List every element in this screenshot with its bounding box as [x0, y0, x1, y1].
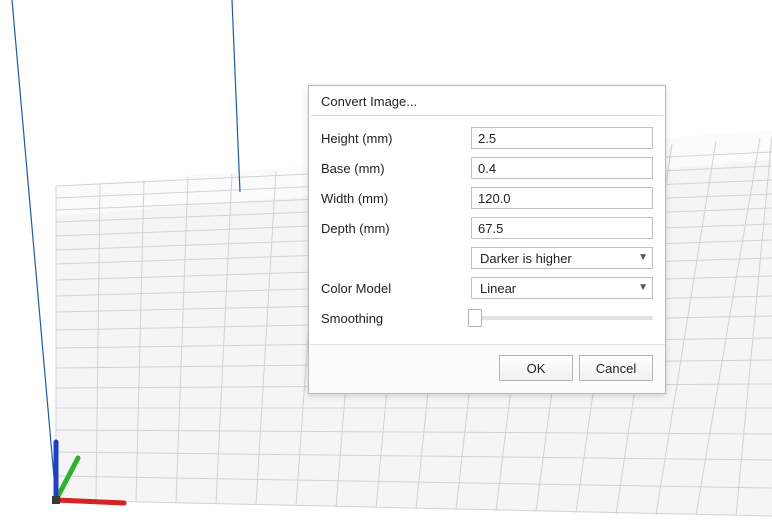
depth-input[interactable]	[471, 217, 653, 239]
ok-button[interactable]: OK	[499, 355, 573, 381]
label-width: Width (mm)	[321, 191, 471, 206]
width-input[interactable]	[471, 187, 653, 209]
label-height: Height (mm)	[321, 131, 471, 146]
label-color-model: Color Model	[321, 281, 471, 296]
axis-x-icon	[86, 494, 87, 495]
row-base: Base (mm)	[321, 156, 653, 180]
smoothing-slider[interactable]	[471, 307, 653, 329]
origin-icon	[54, 498, 55, 499]
base-input[interactable]	[471, 157, 653, 179]
dialog-form: Height (mm) Base (mm) Width (mm) Depth (…	[309, 124, 665, 344]
axis-y-icon	[66, 472, 67, 473]
caret-down-icon: ▼	[638, 253, 648, 263]
field-height	[471, 127, 653, 149]
field-color-model: Linear ▼	[471, 277, 653, 299]
label-base: Base (mm)	[321, 161, 471, 176]
dialog-footer: OK Cancel	[309, 344, 665, 393]
row-height: Height (mm)	[321, 126, 653, 150]
field-base	[471, 157, 653, 179]
caret-down-icon: ▼	[638, 283, 648, 293]
row-height-map-mode: Darker is higher ▼	[321, 246, 653, 270]
row-smoothing: Smoothing	[321, 306, 653, 330]
row-depth: Depth (mm)	[321, 216, 653, 240]
convert-image-dialog: Convert Image... Height (mm) Base (mm) W…	[308, 85, 666, 394]
color-model-dropdown[interactable]: Linear ▼	[471, 277, 653, 299]
field-width	[471, 187, 653, 209]
field-depth	[471, 217, 653, 239]
color-model-value: Linear	[480, 281, 638, 296]
cancel-button[interactable]: Cancel	[579, 355, 653, 381]
row-color-model: Color Model Linear ▼	[321, 276, 653, 300]
label-depth: Depth (mm)	[321, 221, 471, 236]
height-input[interactable]	[471, 127, 653, 149]
height-map-mode-value: Darker is higher	[480, 251, 638, 266]
slider-track	[471, 316, 653, 320]
field-height-map-mode: Darker is higher ▼	[471, 247, 653, 269]
row-width: Width (mm)	[321, 186, 653, 210]
height-map-mode-dropdown[interactable]: Darker is higher ▼	[471, 247, 653, 269]
slider-thumb[interactable]	[468, 309, 482, 327]
label-smoothing: Smoothing	[321, 311, 471, 326]
dialog-title: Convert Image...	[309, 86, 665, 115]
dialog-separator	[311, 115, 663, 116]
axis-z-icon	[54, 466, 55, 467]
